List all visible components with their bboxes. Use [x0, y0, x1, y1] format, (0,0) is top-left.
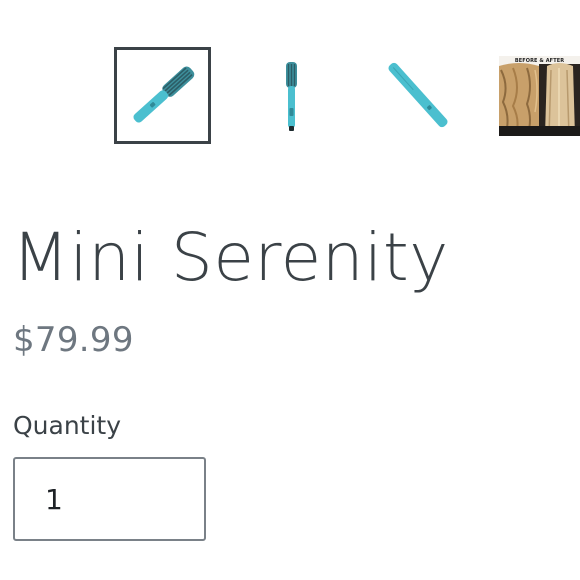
quantity-label: Quantity [13, 411, 122, 440]
straightening-brush-icon [388, 62, 448, 128]
straightening-brush-icon [133, 66, 195, 123]
before-after-image: BEFORE & AFTER [499, 56, 580, 136]
thumbnail-brush-front[interactable] [241, 47, 338, 144]
product-price: $79.99 [13, 320, 134, 360]
before-after-caption: BEFORE & AFTER [514, 58, 565, 64]
product-title: Mini Serenity [12, 219, 449, 296]
thumbnail-brush-side[interactable] [114, 47, 211, 144]
hair-before-after-photo [499, 56, 580, 136]
straightening-brush-icon [286, 62, 297, 131]
product-thumbnail-gallery [0, 47, 580, 145]
thumbnail-brush-back[interactable] [370, 47, 467, 144]
quantity-input[interactable] [13, 457, 206, 541]
